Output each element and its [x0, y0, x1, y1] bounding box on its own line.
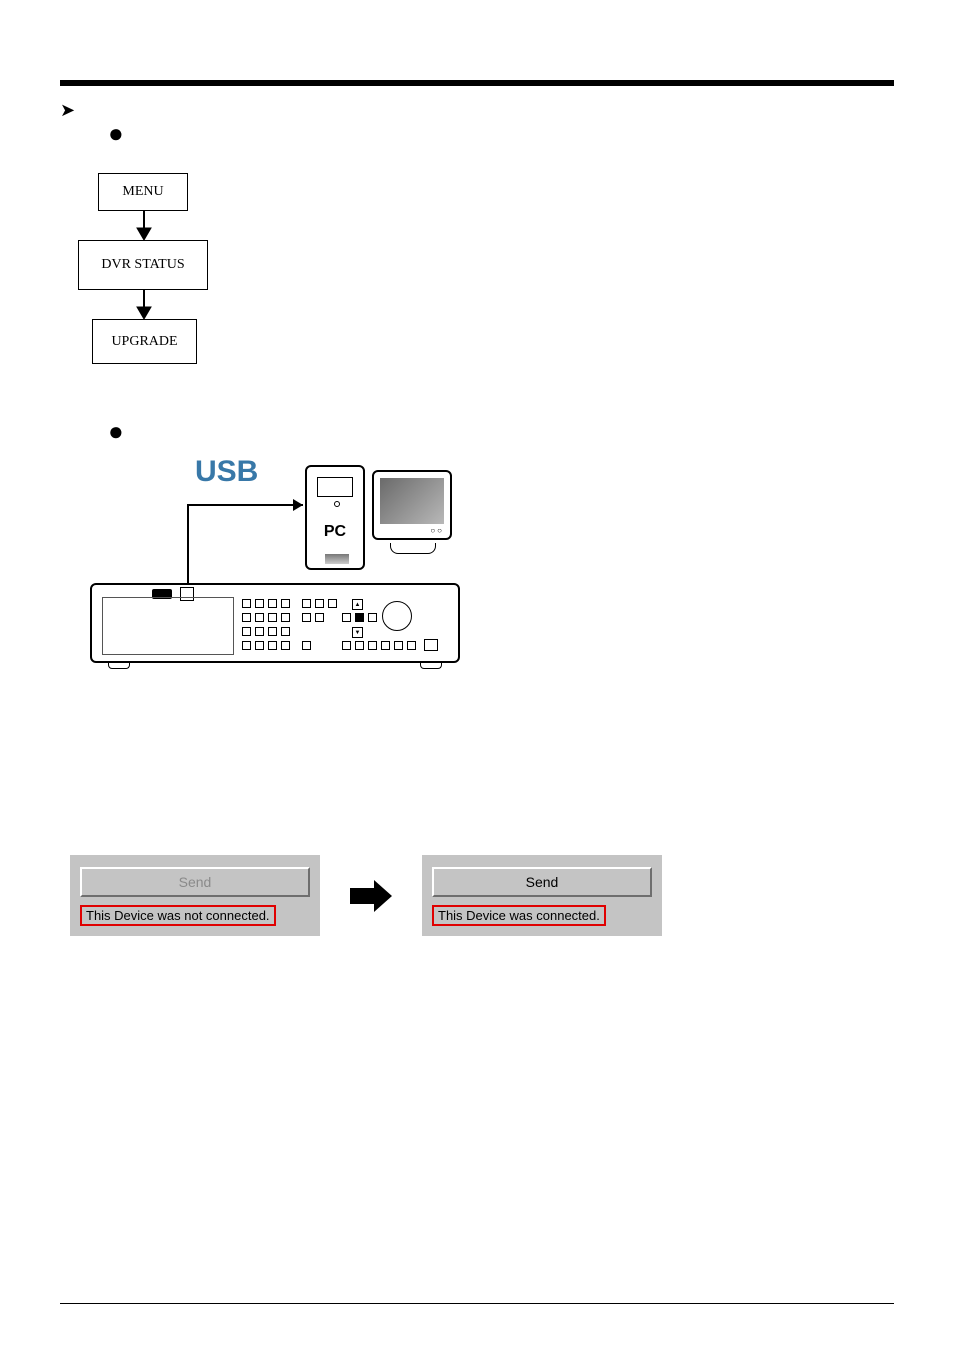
flow-box-dvr-status: DVR STATUS — [78, 240, 208, 290]
send-button-disabled: Send — [80, 867, 310, 897]
status-text-before: This Device was not connected. — [80, 905, 276, 926]
arrow-right-icon — [346, 876, 396, 916]
page-footer — [60, 1303, 894, 1310]
flow-box-menu: MENU — [98, 173, 188, 211]
monitor-stand-icon — [390, 543, 436, 554]
usb-connection-diagram: USB PC ○ ○ — [90, 455, 460, 695]
pc-label: PC — [307, 523, 363, 541]
menu-flowchart: MENU DVR STATUS UPGRADE — [78, 173, 894, 373]
arrow-down-icon — [134, 211, 154, 240]
monitor-icon: ○ ○ — [372, 470, 452, 540]
triangle-bullet-icon: ➤ — [60, 100, 75, 121]
dvr-device-icon: ▲ ▼ — [90, 583, 460, 663]
arrow-down-icon — [134, 290, 154, 319]
pc-tower-icon: PC — [305, 465, 365, 570]
header-rule — [60, 80, 894, 86]
footer-rule — [60, 1303, 894, 1304]
status-text-after: This Device was connected. — [432, 905, 606, 926]
status-after-block: Send This Device was connected. — [422, 855, 662, 936]
flow-box-upgrade: UPGRADE — [92, 319, 197, 364]
connection-status-comparison: Send This Device was not connected. Send… — [70, 855, 894, 936]
dot-bullet-icon: ● — [108, 425, 124, 439]
status-before-block: Send This Device was not connected. — [70, 855, 320, 936]
connect-line: ● — [108, 423, 894, 441]
step-line: ➤ — [60, 100, 894, 121]
dot-bullet-icon: ● — [108, 127, 124, 141]
send-button-enabled[interactable]: Send — [432, 867, 652, 897]
set-mode-line: ● — [108, 125, 894, 143]
